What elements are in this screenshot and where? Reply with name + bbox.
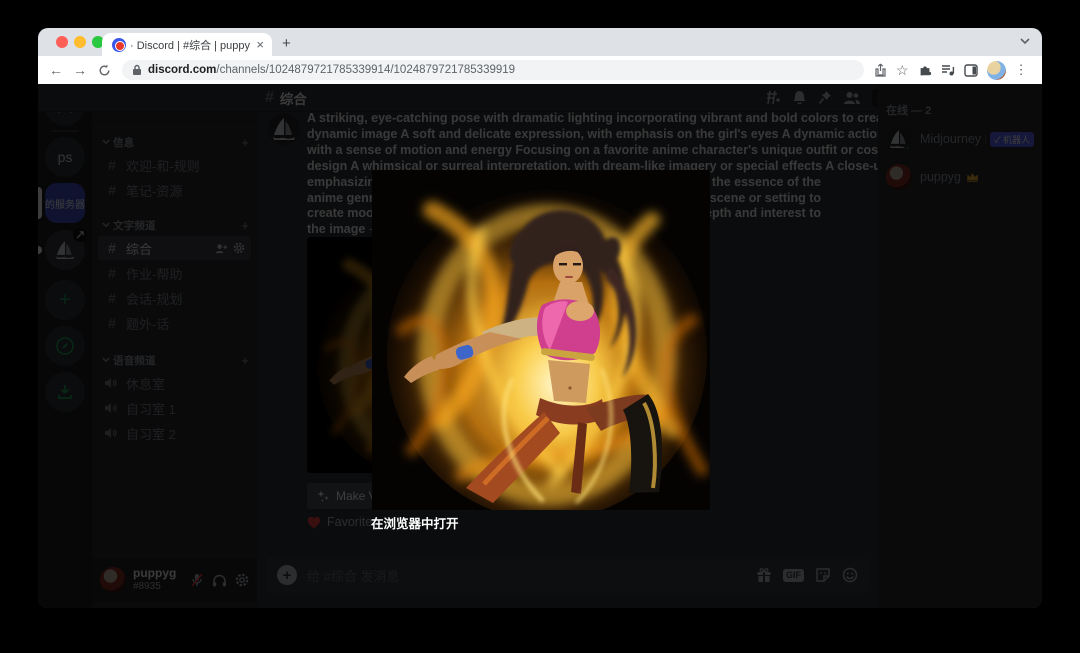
- new-tab-button[interactable]: +: [282, 35, 291, 52]
- extensions-puzzle-icon[interactable]: [918, 63, 932, 77]
- lightbox-image[interactable]: [372, 170, 710, 510]
- bookmark-star-icon[interactable]: ☆: [896, 62, 909, 79]
- browser-profile-avatar[interactable]: [987, 61, 1006, 80]
- url-bar[interactable]: discord.com/channels/1024879721785339914…: [122, 60, 864, 80]
- toolbar-right-icons: ☆ ⋮: [874, 61, 1028, 80]
- tab-search-chevron-icon[interactable]: [1020, 38, 1030, 45]
- tab-title: · Discord | #综合 | puppyg的服: [130, 37, 250, 53]
- browser-window: · Discord | #综合 | puppyg的服 × + ← → disco…: [38, 28, 1042, 608]
- window-close-button[interactable]: [56, 36, 68, 48]
- media-list-extension-icon[interactable]: [941, 64, 955, 77]
- reload-button[interactable]: [92, 64, 116, 77]
- share-icon[interactable]: [874, 63, 887, 77]
- discord-favicon-icon: [112, 38, 126, 52]
- forward-button[interactable]: →: [68, 62, 92, 78]
- browser-toolbar: ← → discord.com/channels/102487972178533…: [38, 56, 1042, 84]
- screenshot-root: · Discord | #综合 | puppyg的服 × + ← → disco…: [0, 0, 1080, 653]
- url-text: discord.com/channels/1024879721785339914…: [148, 64, 515, 76]
- lock-icon: [132, 64, 142, 76]
- browser-tab-discord[interactable]: · Discord | #综合 | puppyg的服 ×: [102, 33, 272, 56]
- side-panel-icon[interactable]: [964, 64, 978, 77]
- window-minimize-button[interactable]: [74, 36, 86, 48]
- open-in-browser-link[interactable]: 在浏览器中打开: [371, 513, 459, 532]
- tab-close-icon[interactable]: ×: [254, 38, 266, 51]
- browser-menu-icon[interactable]: ⋮: [1015, 62, 1028, 78]
- browser-tabstrip: · Discord | #综合 | puppyg的服 × +: [38, 28, 1042, 56]
- back-button[interactable]: ←: [44, 62, 68, 78]
